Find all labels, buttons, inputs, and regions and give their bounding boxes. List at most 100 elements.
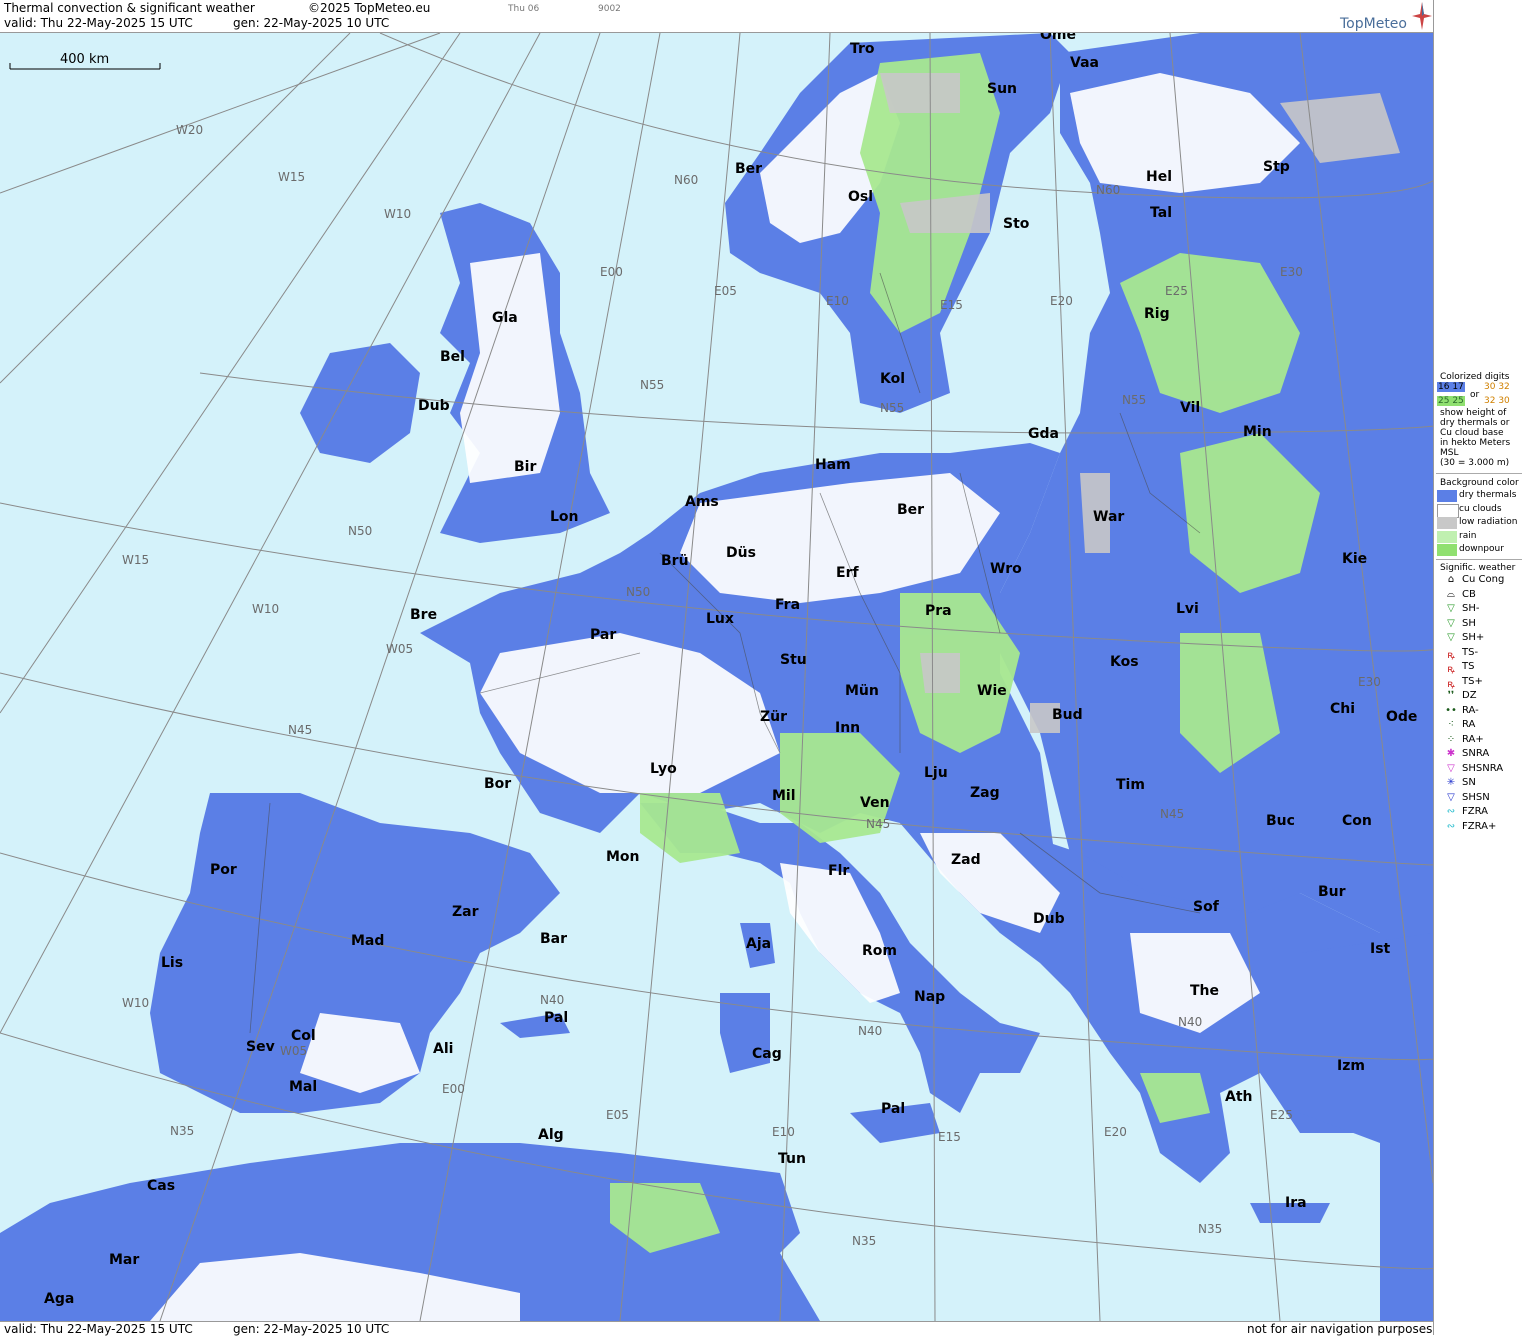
city-label[interactable]: Por xyxy=(210,862,237,878)
city-label[interactable]: Wro xyxy=(990,561,1022,577)
city-label[interactable]: Cas xyxy=(147,1178,175,1194)
city-label[interactable]: Min xyxy=(1243,424,1272,440)
city-label[interactable]: Chi xyxy=(1330,701,1355,717)
grid-label: N45 xyxy=(288,723,313,737)
city-label[interactable]: Lvi xyxy=(1176,601,1199,617)
city-label[interactable]: Pra xyxy=(925,603,952,619)
city-label[interactable]: Sof xyxy=(1193,899,1219,915)
city-label[interactable]: Osl xyxy=(848,189,873,205)
topmeteo-logo[interactable]: TopMeteo xyxy=(1340,16,1407,32)
city-label[interactable]: Nap xyxy=(914,989,945,1005)
city-label[interactable]: Erf xyxy=(836,565,859,581)
weather-map[interactable]: 400 km W20 W15 W10 E00 E05 E10 E15 E20 E… xyxy=(0,33,1433,1321)
city-label[interactable]: Bre xyxy=(410,607,437,623)
city-label[interactable]: Ira xyxy=(1285,1195,1307,1211)
city-label[interactable]: Par xyxy=(590,627,616,643)
grid-label: W10 xyxy=(122,996,150,1010)
city-label[interactable]: Vaa xyxy=(1070,55,1099,71)
city-label[interactable]: Ber xyxy=(735,161,762,177)
city-label[interactable]: Bir xyxy=(514,459,536,475)
city-label[interactable]: Flr xyxy=(828,863,849,879)
city-label[interactable]: Aga xyxy=(44,1291,74,1307)
city-label[interactable]: Lux xyxy=(706,611,734,627)
grid-label: N40 xyxy=(1178,1015,1203,1029)
city-label[interactable]: Alg xyxy=(538,1127,564,1143)
mini-label-day: Thu 06 xyxy=(508,4,540,14)
city-label[interactable]: Gla xyxy=(492,310,518,326)
city-label[interactable]: Bur xyxy=(1318,884,1346,900)
city-label[interactable]: Tro xyxy=(850,41,875,57)
city-label[interactable]: Tal xyxy=(1150,205,1172,221)
city-label[interactable]: Lju xyxy=(924,765,948,781)
city-label[interactable]: War xyxy=(1093,509,1124,525)
city-label[interactable]: Lyo xyxy=(650,761,677,777)
city-label[interactable]: Fra xyxy=(775,597,800,613)
city-label[interactable]: Col xyxy=(291,1028,316,1044)
grid-label: E30 xyxy=(1280,265,1303,279)
city-label[interactable]: Vil xyxy=(1180,400,1200,416)
grid-label: N35 xyxy=(170,1124,195,1138)
city-label[interactable]: The xyxy=(1190,983,1219,999)
city-label[interactable]: Hel xyxy=(1146,169,1172,185)
city-label[interactable]: Sev xyxy=(246,1039,275,1055)
city-label[interactable]: Ome xyxy=(1040,33,1076,43)
city-label[interactable]: Rom xyxy=(862,943,897,959)
grid-label: N45 xyxy=(1160,807,1185,821)
city-label[interactable]: Stp xyxy=(1263,159,1290,175)
city-label[interactable]: Düs xyxy=(726,545,756,561)
footer-bar: valid: Thu 22-May-2025 15 UTC gen: 22-Ma… xyxy=(0,1321,1433,1336)
city-label[interactable]: Lis xyxy=(161,955,183,971)
city-label[interactable]: Mil xyxy=(772,788,796,804)
city-label[interactable]: Kie xyxy=(1342,551,1367,567)
city-label[interactable]: Cag xyxy=(752,1046,782,1062)
scale-label: 400 km xyxy=(60,52,110,67)
city-label[interactable]: Zad xyxy=(951,852,981,868)
grid-label: N50 xyxy=(348,524,373,538)
city-label[interactable]: Bor xyxy=(484,776,511,792)
city-label[interactable]: Ven xyxy=(860,795,890,811)
city-label[interactable]: Zar xyxy=(452,904,479,920)
valid-time: valid: Thu 22-May-2025 15 UTC xyxy=(4,16,193,30)
city-label[interactable]: Sun xyxy=(987,81,1017,97)
city-label[interactable]: Lon xyxy=(550,509,579,525)
grid-label: E10 xyxy=(772,1125,795,1139)
city-label[interactable]: Kos xyxy=(1110,654,1139,670)
city-label[interactable]: Ist xyxy=(1370,941,1390,957)
city-label[interactable]: Sto xyxy=(1003,216,1029,232)
city-label[interactable]: Dub xyxy=(1033,911,1065,927)
city-label[interactable]: Stu xyxy=(780,652,807,668)
city-label[interactable]: Ali xyxy=(433,1041,453,1057)
city-label[interactable]: Izm xyxy=(1337,1058,1365,1074)
city-label[interactable]: Bud xyxy=(1052,707,1083,723)
city-label[interactable]: Rig xyxy=(1144,306,1170,322)
legend-swatch xyxy=(1437,490,1457,502)
city-label[interactable]: Brü xyxy=(661,553,689,569)
city-label[interactable]: Bel xyxy=(440,349,465,365)
city-label[interactable]: Mün xyxy=(845,683,879,699)
city-label[interactable]: Ode xyxy=(1386,709,1417,725)
city-label[interactable]: Con xyxy=(1342,813,1372,829)
city-label[interactable]: Pal xyxy=(881,1101,905,1117)
city-label[interactable]: Gda xyxy=(1028,426,1059,442)
city-label[interactable]: Ath xyxy=(1225,1089,1253,1105)
city-label[interactable]: Mar xyxy=(109,1252,139,1268)
city-label[interactable]: Zür xyxy=(760,709,787,725)
city-label[interactable]: Aja xyxy=(746,936,771,952)
city-label[interactable]: Ber xyxy=(897,502,924,518)
city-label[interactable]: Dub xyxy=(418,398,450,414)
city-label[interactable]: Mad xyxy=(351,933,384,949)
city-label[interactable]: Mal xyxy=(289,1079,317,1095)
city-label[interactable]: Pal xyxy=(544,1010,568,1026)
city-label[interactable]: Tim xyxy=(1116,777,1145,793)
city-label[interactable]: Inn xyxy=(835,720,860,736)
city-label[interactable]: Ams xyxy=(685,494,719,510)
city-label[interactable]: Bar xyxy=(540,931,567,947)
city-label[interactable]: Kol xyxy=(880,371,905,387)
city-label[interactable]: Tun xyxy=(778,1151,806,1167)
city-label[interactable]: Buc xyxy=(1266,813,1295,829)
city-label[interactable]: Mon xyxy=(606,849,640,865)
city-label[interactable]: Wie xyxy=(977,683,1007,699)
city-label[interactable]: Zag xyxy=(970,785,1000,801)
grid-label: W05 xyxy=(280,1044,308,1058)
city-label[interactable]: Ham xyxy=(815,457,851,473)
